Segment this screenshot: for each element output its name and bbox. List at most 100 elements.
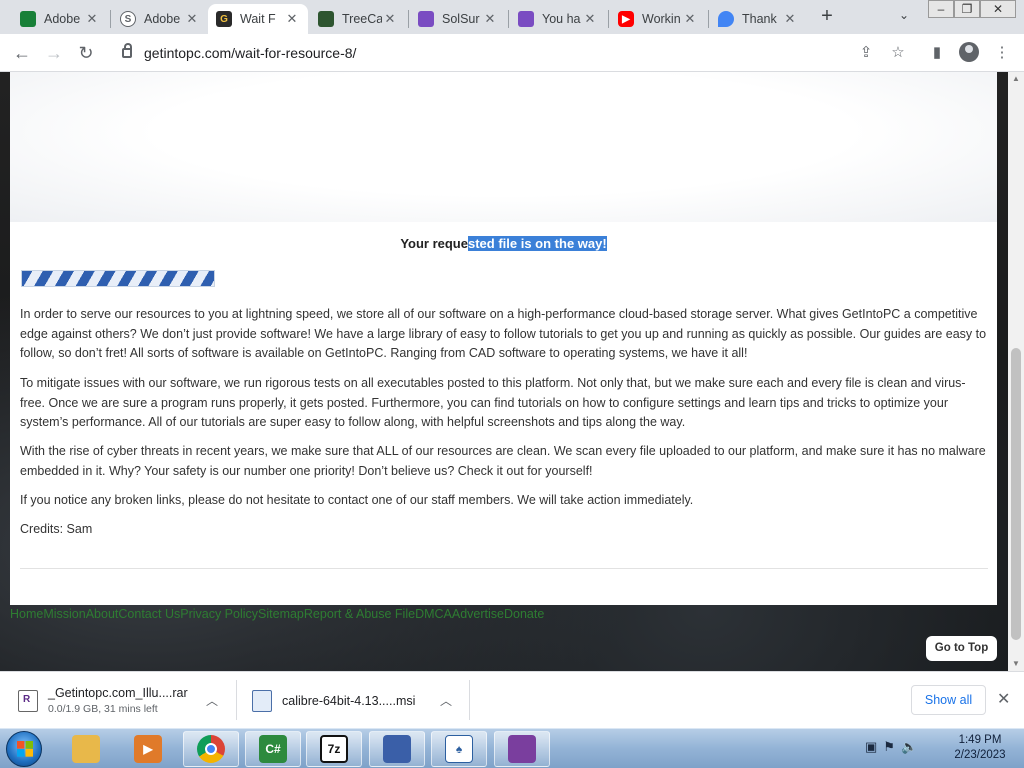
taskbar-setup[interactable]: [369, 731, 425, 767]
paragraph-1: In order to serve our resources to you a…: [20, 307, 987, 360]
g-logo-icon: G: [216, 11, 232, 27]
installer-icon: [383, 735, 411, 763]
tab-title: Wait F: [240, 12, 276, 26]
youha-icon: [518, 11, 534, 27]
close-tab-icon[interactable]: ✕: [682, 11, 698, 27]
new-tab-button[interactable]: +: [816, 5, 838, 27]
taskbar-winrar[interactable]: [494, 731, 550, 767]
tab-2[interactable]: S Adobe ✕: [112, 4, 208, 34]
footer-link-about[interactable]: About: [86, 605, 119, 627]
footer-link-donate[interactable]: Donate: [504, 605, 544, 627]
download-separator: [236, 680, 237, 720]
close-tab-icon[interactable]: ✕: [284, 11, 300, 27]
clock-time: 1:49 PM: [958, 734, 1002, 746]
close-tab-icon[interactable]: ✕: [84, 11, 100, 27]
system-clock[interactable]: 1:49 PM 2/23/2023: [940, 733, 1020, 763]
taskbar-chrome[interactable]: [183, 731, 239, 767]
side-panel-icon[interactable]: ▮: [927, 43, 947, 63]
tab-search-icon[interactable]: ⌄: [895, 8, 913, 26]
tab-6[interactable]: You ha ✕: [510, 4, 606, 34]
footer-link-sitemap[interactable]: Sitemap: [258, 605, 304, 627]
close-tab-icon[interactable]: ✕: [582, 11, 598, 27]
tab-4[interactable]: TreeCa ✕: [310, 4, 406, 34]
scroll-up-arrow-icon[interactable]: ▲: [1008, 72, 1024, 86]
taskbar-solitaire[interactable]: ♠: [431, 731, 487, 767]
footer-link-contact[interactable]: Contact Us: [118, 605, 180, 627]
taskbar-csharp[interactable]: C#: [245, 731, 301, 767]
close-tab-icon[interactable]: ✕: [184, 11, 200, 27]
media-player-icon: ▶: [134, 735, 162, 763]
go-to-top-button[interactable]: Go to Top: [926, 636, 997, 661]
volume-icon[interactable]: 🔈: [901, 739, 917, 755]
tab-7[interactable]: ▶ Workin ✕: [610, 4, 706, 34]
close-tab-icon[interactable]: ✕: [482, 11, 498, 27]
address-bar[interactable]: getintopc.com/wait-for-resource-8/: [108, 38, 916, 68]
back-button[interactable]: ←: [9, 40, 35, 66]
s-circle-icon: S: [120, 11, 136, 27]
download-status: 0.0/1.9 GB, 31 mins left: [48, 703, 158, 715]
system-tray: ▣ ⚑ 🔈: [865, 739, 917, 755]
tab-strip: Adobe ✕ S Adobe ✕ G Wait F ✕ TreeCa ✕ So…: [0, 0, 1024, 34]
msi-file-icon: [252, 689, 272, 712]
chevron-up-icon[interactable]: ︿: [440, 692, 452, 709]
taskbar-media-player[interactable]: ▶: [120, 731, 176, 767]
tab-5[interactable]: SolSur ✕: [410, 4, 506, 34]
show-all-button[interactable]: Show all: [911, 685, 986, 715]
footer-link-mission[interactable]: Mission: [43, 605, 85, 627]
footer-nav: Home Mission About Contact Us Privacy Po…: [10, 605, 544, 627]
tab-separator: [708, 10, 709, 28]
scroll-down-arrow-icon[interactable]: ▼: [1008, 657, 1024, 671]
divider: [20, 568, 988, 569]
lock-icon[interactable]: [122, 43, 132, 58]
network-icon[interactable]: ▣: [865, 739, 877, 755]
action-center-flag-icon[interactable]: ⚑: [883, 739, 895, 755]
bookmark-star-icon[interactable]: ☆: [888, 43, 908, 63]
tab-8[interactable]: Thank ✕: [710, 4, 806, 34]
close-tab-icon[interactable]: ✕: [782, 11, 798, 27]
download-progress-bar: [21, 270, 215, 287]
page-scrollbar[interactable]: ▲ ▼: [1008, 72, 1024, 671]
solsur-icon: [418, 11, 434, 27]
start-button[interactable]: [6, 731, 42, 767]
download-item-2[interactable]: calibre-64bit-4.13.....msi: [252, 672, 452, 729]
close-window-button[interactable]: ✕: [980, 0, 1016, 18]
paragraph-4: If you notice any broken links, please d…: [20, 493, 694, 507]
forward-button[interactable]: →: [41, 40, 67, 66]
taskbar-explorer[interactable]: [58, 731, 114, 767]
footer-link-dmca[interactable]: DMCA: [415, 605, 452, 627]
chrome-icon: [197, 735, 225, 763]
tab-separator: [508, 10, 509, 28]
footer-link-privacy[interactable]: Privacy Policy: [180, 605, 258, 627]
rar-file-icon: [18, 689, 38, 712]
download-separator: [469, 680, 470, 720]
reload-button[interactable]: ↻: [73, 40, 99, 66]
title-selected-text: sted file is on the way!: [467, 236, 607, 251]
drop-icon: [718, 11, 734, 27]
footer-link-home[interactable]: Home: [10, 605, 43, 627]
menu-icon[interactable]: ⋮: [992, 43, 1012, 63]
7zip-icon: 7z: [320, 735, 348, 763]
profile-avatar-icon[interactable]: [959, 42, 979, 62]
share-icon[interactable]: ⇪: [856, 43, 876, 63]
restore-button[interactable]: ❐: [954, 0, 980, 18]
close-tab-icon[interactable]: ✕: [382, 11, 398, 27]
main-content: Your requested file is on the way! In or…: [10, 72, 997, 605]
url-path: /wait-for-resource-8/: [231, 45, 357, 61]
scroll-thumb[interactable]: [1011, 348, 1021, 640]
tab-1[interactable]: Adobe ✕: [12, 4, 108, 34]
download-item-1[interactable]: _Getintopc.com_Illu....rar 0.0/1.9 GB, 3…: [18, 672, 218, 729]
close-download-bar-icon[interactable]: ✕: [997, 689, 1010, 709]
footer-link-report[interactable]: Report & Abuse File: [304, 605, 415, 627]
taskbar-7zip[interactable]: 7z: [306, 731, 362, 767]
minimize-button[interactable]: –: [928, 0, 954, 18]
winrar-icon: [508, 735, 536, 763]
tab-title: Adobe: [44, 12, 81, 26]
footer-link-advertise[interactable]: Advertise: [452, 605, 504, 627]
chevron-up-icon[interactable]: ︿: [206, 692, 218, 709]
windows-taskbar: ▶ C# 7z ♠ ▣ ⚑ 🔈 1:49 PM 2/23/2023: [0, 728, 1024, 768]
youtube-icon: ▶: [618, 11, 634, 27]
download-name: calibre-64bit-4.13.....msi: [282, 693, 416, 708]
tab-3-active[interactable]: G Wait F ✕: [208, 4, 308, 34]
credits: Credits: Sam: [20, 522, 93, 536]
download-bar: _Getintopc.com_Illu....rar 0.0/1.9 GB, 3…: [0, 671, 1024, 728]
